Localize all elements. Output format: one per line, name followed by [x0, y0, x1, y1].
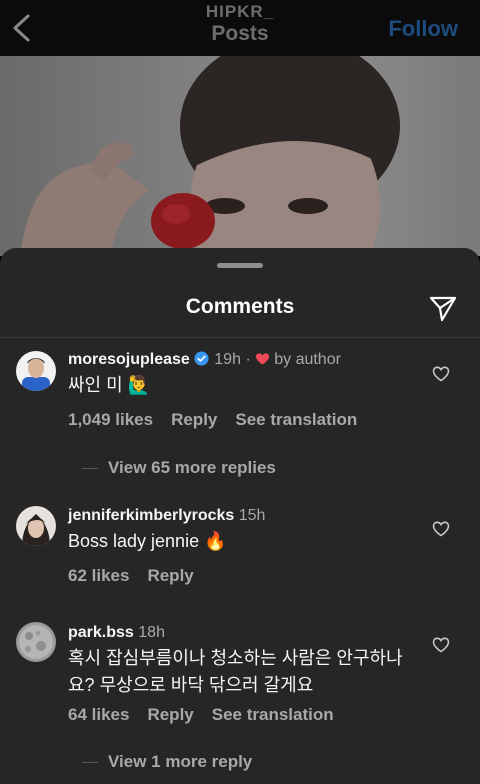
comment-actions: 64 likes Reply See translation	[68, 705, 352, 725]
avatar[interactable]	[16, 351, 56, 391]
sheet-title: Comments	[185, 295, 295, 318]
like-heart-outline-icon[interactable]	[432, 366, 450, 382]
comments-sheet: Comments moresojuplease 19h · by author …	[0, 248, 480, 784]
comment-time: 15h	[238, 507, 266, 524]
send-icon[interactable]	[428, 293, 458, 323]
view-more-replies-label: View 65 more replies	[108, 458, 276, 477]
sheet-divider	[0, 337, 480, 338]
reply-button[interactable]: Reply	[171, 410, 217, 429]
avatar[interactable]	[16, 506, 56, 546]
comment-actions: 62 likes Reply	[68, 566, 212, 586]
like-count: 62 likes	[68, 566, 130, 585]
like-count: 64 likes	[68, 705, 130, 724]
comment-text: 혹시 잡심부름이나 청소하는 사람은 안구하나요? 무상으로 바닥 닦으러 갈게…	[68, 648, 403, 695]
comment-time: 18h	[138, 624, 165, 641]
view-more-replies-button[interactable]: View 1 more reply	[82, 752, 252, 772]
see-translation-button[interactable]: See translation	[235, 410, 357, 429]
comment-username[interactable]: moresojuplease	[68, 351, 190, 368]
top-bar: HIPKR_ Posts Follow	[0, 0, 480, 56]
comment-text: 싸인 미 🙋‍♂️	[68, 375, 151, 395]
like-count: 1,049 likes	[68, 410, 154, 429]
reply-button[interactable]: Reply	[147, 566, 193, 585]
comment-username[interactable]: park.bss	[68, 624, 134, 641]
comment-username[interactable]: jenniferkimberlyrocks	[68, 507, 234, 524]
verified-icon	[194, 351, 209, 366]
comment-text: Boss lady jennie 🔥	[68, 531, 227, 551]
replies-line	[82, 468, 98, 470]
comment-header: park.bss 18h	[68, 623, 165, 643]
view-more-replies-button[interactable]: View 65 more replies	[82, 458, 276, 478]
post-photo	[0, 56, 480, 256]
comment-actions: 1,049 likes Reply See translation	[68, 410, 375, 430]
comment-header: moresojuplease 19h · by author	[68, 350, 341, 370]
replies-line	[82, 762, 98, 764]
view-more-replies-label: View 1 more reply	[108, 752, 253, 771]
post-photo-image	[20, 56, 400, 256]
follow-button[interactable]: Follow	[388, 16, 458, 42]
reply-button[interactable]: Reply	[147, 705, 193, 724]
avatar[interactable]	[16, 622, 56, 662]
drag-handle[interactable]	[217, 263, 263, 268]
see-translation-button[interactable]: See translation	[212, 705, 334, 724]
separator-dot: ·	[245, 351, 251, 368]
heart-icon	[256, 353, 270, 365]
like-heart-outline-icon[interactable]	[432, 521, 450, 537]
comment-time: 19h	[214, 351, 241, 368]
comment-header: jenniferkimberlyrocks 15h	[68, 506, 265, 526]
liked-by-author-label: by author	[274, 351, 341, 368]
like-heart-outline-icon[interactable]	[432, 637, 450, 653]
